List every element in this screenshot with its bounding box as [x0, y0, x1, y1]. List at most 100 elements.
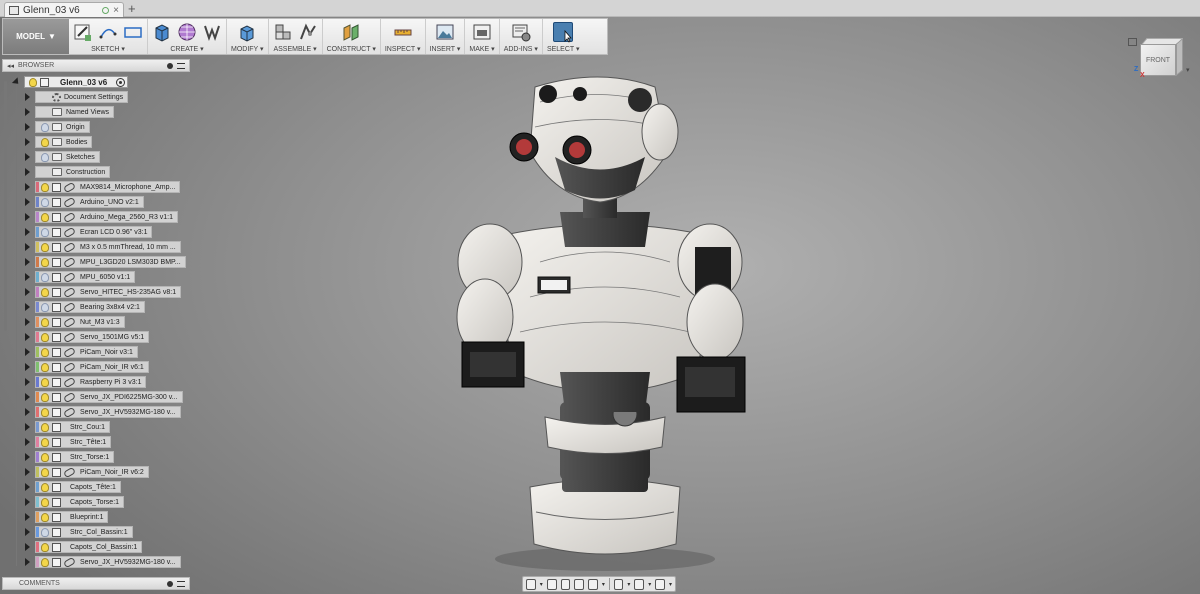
visibility-bulb-icon[interactable]: [41, 257, 49, 267]
viewports-icon[interactable]: [655, 578, 665, 590]
view-cube[interactable]: FRONT Z X ▾: [1128, 36, 1194, 86]
visibility-bulb-icon[interactable]: [41, 467, 49, 477]
browser-node[interactable]: MPU_6050 v1:1: [0, 271, 192, 284]
browser-node-pill[interactable]: Strc_Cou:1: [35, 421, 111, 433]
viewports-caret-icon[interactable]: ▾: [669, 581, 672, 588]
3d-print-icon[interactable]: [472, 22, 492, 42]
comments-menu-icon[interactable]: [177, 580, 185, 587]
browser-pin-icon[interactable]: [167, 62, 173, 69]
visibility-bulb-icon[interactable]: [41, 497, 49, 507]
browser-node-pill[interactable]: Arduino_UNO v2:1: [35, 196, 144, 208]
visibility-bulb-icon[interactable]: [41, 392, 49, 402]
browser-node-pill[interactable]: Origin: [35, 121, 90, 133]
browser-node[interactable]: MPU_L3GD20 LSM303D BMP...: [0, 256, 192, 269]
expand-arrow-icon[interactable]: [25, 93, 30, 101]
browser-node[interactable]: Servo_1501MG v5:1: [0, 331, 192, 344]
browser-node[interactable]: Raspberry Pi 3 v3:1: [0, 376, 192, 389]
zoom-icon[interactable]: [574, 578, 585, 590]
browser-node[interactable]: MAX9814_Microphone_Amp...: [0, 181, 192, 194]
cube-right-face[interactable]: [1176, 38, 1183, 76]
sketch-menu[interactable]: SKETCH ▾: [91, 45, 125, 54]
browser-node-pill[interactable]: Sketches: [35, 151, 100, 163]
browser-node[interactable]: Arduino_UNO v2:1: [0, 196, 192, 209]
expand-arrow-icon[interactable]: [25, 183, 30, 191]
expand-arrow-icon[interactable]: [25, 303, 30, 311]
visibility-bulb-icon[interactable]: [41, 512, 49, 522]
grid-icon[interactable]: [634, 578, 645, 590]
browser-node-pill[interactable]: Servo_JX_HV5932MG-180 v...: [35, 556, 181, 568]
expand-arrow-icon[interactable]: [25, 348, 30, 356]
browser-node[interactable]: Bodies: [0, 136, 192, 149]
browser-node[interactable]: Servo_JX_HV5932MG-180 v...: [0, 406, 192, 419]
document-tab[interactable]: Glenn_03 v6 ×: [4, 2, 124, 17]
collapse-browser-icon[interactable]: ◂◂: [7, 62, 14, 70]
new-tab-button[interactable]: +: [128, 1, 136, 16]
display-caret-icon[interactable]: ▾: [627, 581, 630, 588]
visibility-bulb-icon[interactable]: [41, 347, 49, 357]
expand-arrow-icon[interactable]: [25, 333, 30, 341]
browser-node[interactable]: Capots_Col_Bassin:1: [0, 541, 192, 554]
visibility-bulb-icon[interactable]: [41, 227, 49, 237]
browser-node-pill[interactable]: PiCam_Noir_IR v6:2: [35, 466, 149, 478]
visibility-bulb-icon[interactable]: [41, 137, 49, 147]
expand-arrow-icon[interactable]: [25, 318, 30, 326]
visibility-bulb-icon[interactable]: [41, 287, 49, 297]
look-at-icon[interactable]: [546, 578, 557, 590]
pan-icon[interactable]: [560, 578, 571, 590]
browser-node-pill[interactable]: Capots_Tête:1: [35, 481, 121, 493]
expand-arrow-icon[interactable]: [25, 243, 30, 251]
insert-menu[interactable]: INSERT ▾: [430, 45, 461, 54]
offset-plane-icon[interactable]: [341, 22, 361, 42]
browser-node-pill[interactable]: MPU_L3GD20 LSM303D BMP...: [35, 256, 186, 268]
orbit-caret-icon[interactable]: ▾: [540, 581, 543, 588]
browser-node[interactable]: Named Views: [0, 106, 192, 119]
expand-arrow-icon[interactable]: [25, 258, 30, 266]
orbit-icon[interactable]: [526, 578, 536, 590]
insert-image-icon[interactable]: [435, 22, 455, 42]
expand-arrow-icon[interactable]: [25, 198, 30, 206]
browser-menu-icon[interactable]: [177, 62, 185, 69]
browser-node-pill[interactable]: PiCam_Noir v3:1: [35, 346, 138, 358]
browser-node[interactable]: Capots_Tête:1: [0, 481, 192, 494]
browser-node-pill[interactable]: Strc_Col_Bassin:1: [35, 526, 133, 538]
browser-node[interactable]: Strc_Torse:1: [0, 451, 192, 464]
browser-node[interactable]: Nut_M3 v1:3: [0, 316, 192, 329]
zoom-caret-icon[interactable]: ▾: [602, 581, 605, 588]
line-icon[interactable]: [98, 22, 118, 42]
fit-icon[interactable]: [588, 578, 598, 590]
visibility-bulb-icon[interactable]: [41, 272, 49, 282]
create-sketch-icon[interactable]: [73, 22, 93, 42]
visibility-bulb-icon[interactable]: [41, 332, 49, 342]
browser-node[interactable]: Blueprint:1: [0, 511, 192, 524]
expand-arrow-icon[interactable]: [25, 423, 30, 431]
visibility-bulb-icon[interactable]: [41, 407, 49, 417]
assemble-menu[interactable]: ASSEMBLE ▾: [273, 45, 316, 54]
expand-arrow-icon[interactable]: [25, 468, 30, 476]
expand-arrow-icon[interactable]: [25, 408, 30, 416]
expand-arrow-icon[interactable]: [25, 363, 30, 371]
visibility-bulb-icon[interactable]: [41, 377, 49, 387]
browser-node[interactable]: Sketches: [0, 151, 192, 164]
pattern-icon[interactable]: [202, 22, 222, 42]
browser-node-pill[interactable]: MPU_6050 v1:1: [35, 271, 136, 283]
browser-node-pill[interactable]: Document Settings: [35, 91, 129, 103]
expand-arrow-icon[interactable]: [25, 378, 30, 386]
browser-node[interactable]: M3 x 0.5 mmThread, 10 mm ...: [0, 241, 192, 254]
expand-arrow-icon[interactable]: [25, 138, 30, 146]
visibility-bulb-icon[interactable]: [41, 362, 49, 372]
expand-arrow-icon[interactable]: [25, 513, 30, 521]
browser-node[interactable]: PiCam_Noir v3:1: [0, 346, 192, 359]
browser-node[interactable]: Strc_Col_Bassin:1: [0, 526, 192, 539]
browser-node-pill[interactable]: Servo_JX_HV5932MG-180 v...: [35, 406, 181, 418]
extrude-icon[interactable]: [152, 22, 172, 42]
modify-menu[interactable]: MODIFY ▾: [231, 45, 264, 54]
workspace-switcher[interactable]: MODEL ▼: [3, 19, 69, 54]
visibility-bulb-icon[interactable]: [41, 302, 49, 312]
display-settings-icon[interactable]: [613, 578, 624, 590]
home-view-icon[interactable]: [1128, 38, 1137, 46]
expand-arrow-icon[interactable]: [25, 528, 30, 536]
browser-node-pill[interactable]: Raspberry Pi 3 v3:1: [35, 376, 147, 388]
browser-node[interactable]: Strc_Cou:1: [0, 421, 192, 434]
browser-node-pill[interactable]: Servo_JX_PDI6225MG-300 v...: [35, 391, 183, 403]
browser-node[interactable]: Origin: [0, 121, 192, 134]
